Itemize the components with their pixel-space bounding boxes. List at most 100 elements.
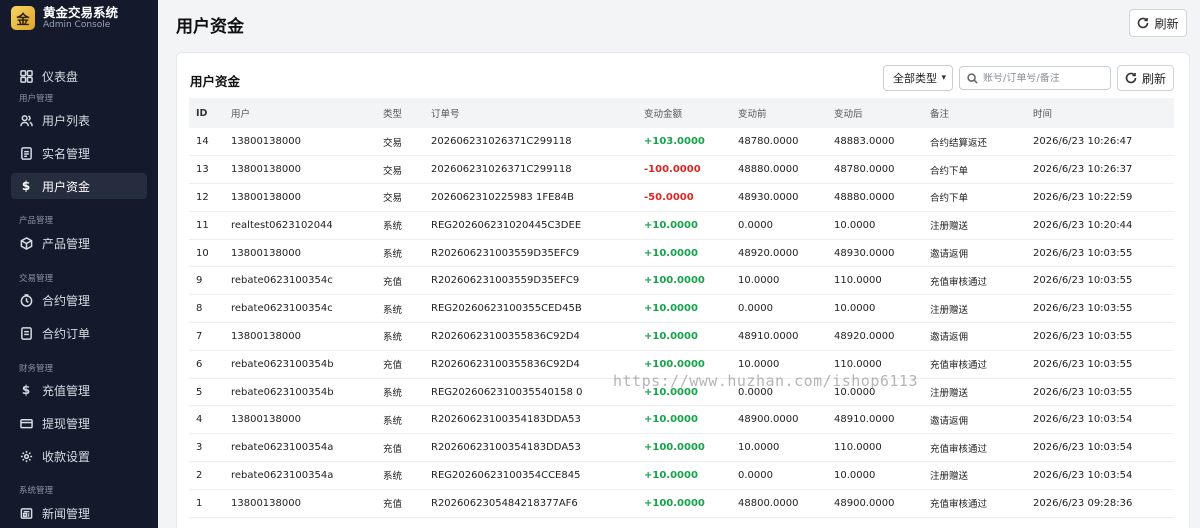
cell-after: 110.0000 [834, 358, 882, 370]
cell-time: 2026/6/23 10:03:54 [1033, 414, 1133, 426]
cell-order-no: R20260623100355836C92D4 [431, 358, 580, 370]
refresh-icon [1125, 72, 1137, 84]
cell-type: 交易 [383, 165, 403, 177]
sidebar-item-products[interactable]: 产品管理 [11, 230, 147, 256]
search-icon [967, 72, 978, 84]
sidebar-item-recharge[interactable]: $ 充值管理 [11, 377, 147, 403]
sidebar-item-contracts[interactable]: 合约管理 [11, 287, 147, 313]
table-row[interactable]: 6 rebate0623100354b 充值 R20260623100355836C9… [189, 350, 1174, 379]
cell-user: 13800138000 [231, 247, 301, 259]
cell-amount: +10.0000 [644, 386, 698, 398]
cell-before: 48800.0000 [738, 497, 799, 509]
cell-after: 48900.0000 [834, 497, 895, 509]
cell-user: 13800138000 [231, 191, 301, 203]
card-title: 用户资金 [190, 74, 241, 89]
sidebar-item-label: 产品管理 [42, 236, 91, 251]
sidebar-item-withdraw[interactable]: 提现管理 [11, 410, 147, 436]
cell-amount: +10.0000 [644, 330, 698, 342]
table-row[interactable]: 5 rebate0623100354b 系统 REG20260623100355401… [189, 378, 1174, 406]
cell-note: 邀请返佣 [930, 249, 969, 261]
table-row[interactable]: 11 realtest0623102044 系统 REG202606231020445… [189, 211, 1174, 240]
sidebar-item-label: 合约订单 [42, 326, 91, 341]
cell-id: 12 [196, 191, 209, 203]
cell-time: 2026/6/23 10:03:55 [1033, 247, 1133, 259]
cell-amount: -100.0000 [644, 164, 701, 176]
cell-user: 13800138000 [231, 330, 301, 342]
column-header-note[interactable]: 备注 [923, 98, 1026, 128]
sidebar-item-kyc[interactable]: 实名管理 [11, 140, 147, 166]
table-row[interactable]: 1 13800138000 充值 R2026062305484218377AF6 +10… [189, 489, 1174, 518]
sidebar-item-contract-orders[interactable]: 合约订单 [11, 320, 147, 346]
cell-order-no: R20260623100355836C92D4 [431, 330, 580, 342]
cell-note: 充值审核通过 [930, 443, 988, 455]
sidebar-item-dashboard[interactable]: 仪表盘 [11, 63, 147, 89]
cell-order-no: 202606231026371C299118 [431, 136, 572, 148]
table-row[interactable]: 14 13800138000 交易 202606231026371C299118 +10… [189, 128, 1174, 156]
cell-before: 48900.0000 [738, 414, 799, 426]
table-row[interactable]: 13 13800138000 交易 202606231026371C299118 -10… [189, 156, 1174, 184]
sidebar-item-user-list[interactable]: 用户列表 [11, 107, 147, 133]
table-row[interactable]: 3 rebate0623100354a 充值 R20260623100354183DD… [189, 434, 1174, 462]
sidebar-item-label: 收款设置 [42, 449, 91, 464]
table-header-row: ID 用户 类型 订单号 变动金额 变动前 变动后 备注 时间 [189, 98, 1174, 128]
table-row[interactable]: 9 rebate0623100354c 充值 R202606231003559D35E… [189, 267, 1174, 295]
cell-id: 14 [196, 136, 209, 148]
column-header-id[interactable]: ID [189, 98, 224, 128]
cell-time: 2026/6/23 10:20:44 [1033, 219, 1133, 231]
column-header-amount[interactable]: 变动金额 [637, 98, 731, 128]
table-row[interactable]: 10 13800138000 系统 R202606231003559D35EFC9 +1… [189, 239, 1174, 267]
column-header-after[interactable]: 变动后 [827, 98, 923, 128]
cell-amount: +100.0000 [644, 275, 705, 287]
cell-note: 合约结算返还 [930, 137, 988, 149]
cell-after: 48920.0000 [834, 330, 895, 342]
cell-order-no: REG2026062310035540158 0 [431, 386, 583, 398]
card-refresh-button[interactable]: 刷新 [1117, 65, 1174, 91]
cell-time: 2026/6/23 10:03:54 [1033, 442, 1133, 454]
table-row[interactable]: 4 13800138000 系统 R20260623100354183DDA53 +10… [189, 406, 1174, 434]
table-body: 14 13800138000 交易 202606231026371C299118 +10… [189, 128, 1174, 518]
cell-amount: +10.0000 [644, 219, 698, 231]
cell-after: 110.0000 [834, 275, 882, 287]
chevron-down-icon: ▾ [941, 73, 946, 83]
sidebar-item-news[interactable]: 新闻管理 [11, 500, 147, 526]
cell-note: 充值审核通过 [930, 360, 988, 372]
cell-type: 系统 [383, 471, 403, 483]
cell-user: 13800138000 [231, 497, 301, 509]
cell-time: 2026/6/23 10:03:55 [1033, 330, 1133, 342]
cell-user: rebate0623100354b [231, 358, 334, 370]
table-row[interactable]: 12 13800138000 交易 2026062310225983 1FE84B -5… [189, 184, 1174, 212]
cell-id: 1 [196, 497, 203, 509]
cell-before: 48910.0000 [738, 330, 799, 342]
cell-user: realtest0623102044 [231, 219, 333, 231]
cell-id: 7 [196, 330, 203, 342]
cell-after: 48910.0000 [834, 414, 895, 426]
cell-order-no: 2026062310225983 1FE84B [431, 191, 574, 203]
main-content: 用户资金 刷新 用户资金 全部类型 ▾ 刷新 ID 用户 [158, 0, 1200, 528]
type-filter-select[interactable]: 全部类型 ▾ [883, 65, 953, 91]
cell-before: 48920.0000 [738, 247, 799, 259]
cell-order-no: R202606231003559D35EFC9 [431, 275, 580, 287]
column-header-user[interactable]: 用户 [224, 98, 376, 128]
table-row[interactable]: 7 13800138000 系统 R20260623100355836C92D4 +10… [189, 323, 1174, 351]
cell-time: 2026/6/23 10:22:59 [1033, 191, 1133, 203]
cell-amount: +100.0000 [644, 497, 705, 509]
cell-time: 2026/6/23 10:26:47 [1033, 136, 1133, 148]
cell-id: 9 [196, 275, 203, 287]
cell-type: 系统 [383, 388, 403, 400]
search-input[interactable] [983, 72, 1103, 84]
column-header-type[interactable]: 类型 [376, 98, 424, 128]
section-system-mgmt: 系统管理 [19, 486, 54, 496]
header-refresh-button[interactable]: 刷新 [1129, 9, 1187, 37]
table-row[interactable]: 2 rebate0623100354a 系统 REG20260623100354CCE… [189, 462, 1174, 490]
sidebar-item-user-funds[interactable]: $ 用户资金 [11, 173, 147, 199]
column-header-time[interactable]: 时间 [1026, 98, 1174, 128]
cell-amount: -50.0000 [644, 191, 694, 203]
sidebar-item-payment-settings[interactable]: 收款设置 [11, 443, 147, 469]
cell-after: 48780.0000 [834, 164, 895, 176]
column-header-before[interactable]: 变动前 [731, 98, 827, 128]
cell-after: 10.0000 [834, 386, 876, 398]
cell-before: 0.0000 [738, 219, 773, 231]
table-row[interactable]: 8 rebate0623100354c 系统 REG20260623100355CED… [189, 295, 1174, 323]
cell-time: 2026/6/23 10:03:55 [1033, 386, 1133, 398]
column-header-order-no[interactable]: 订单号 [424, 98, 637, 128]
